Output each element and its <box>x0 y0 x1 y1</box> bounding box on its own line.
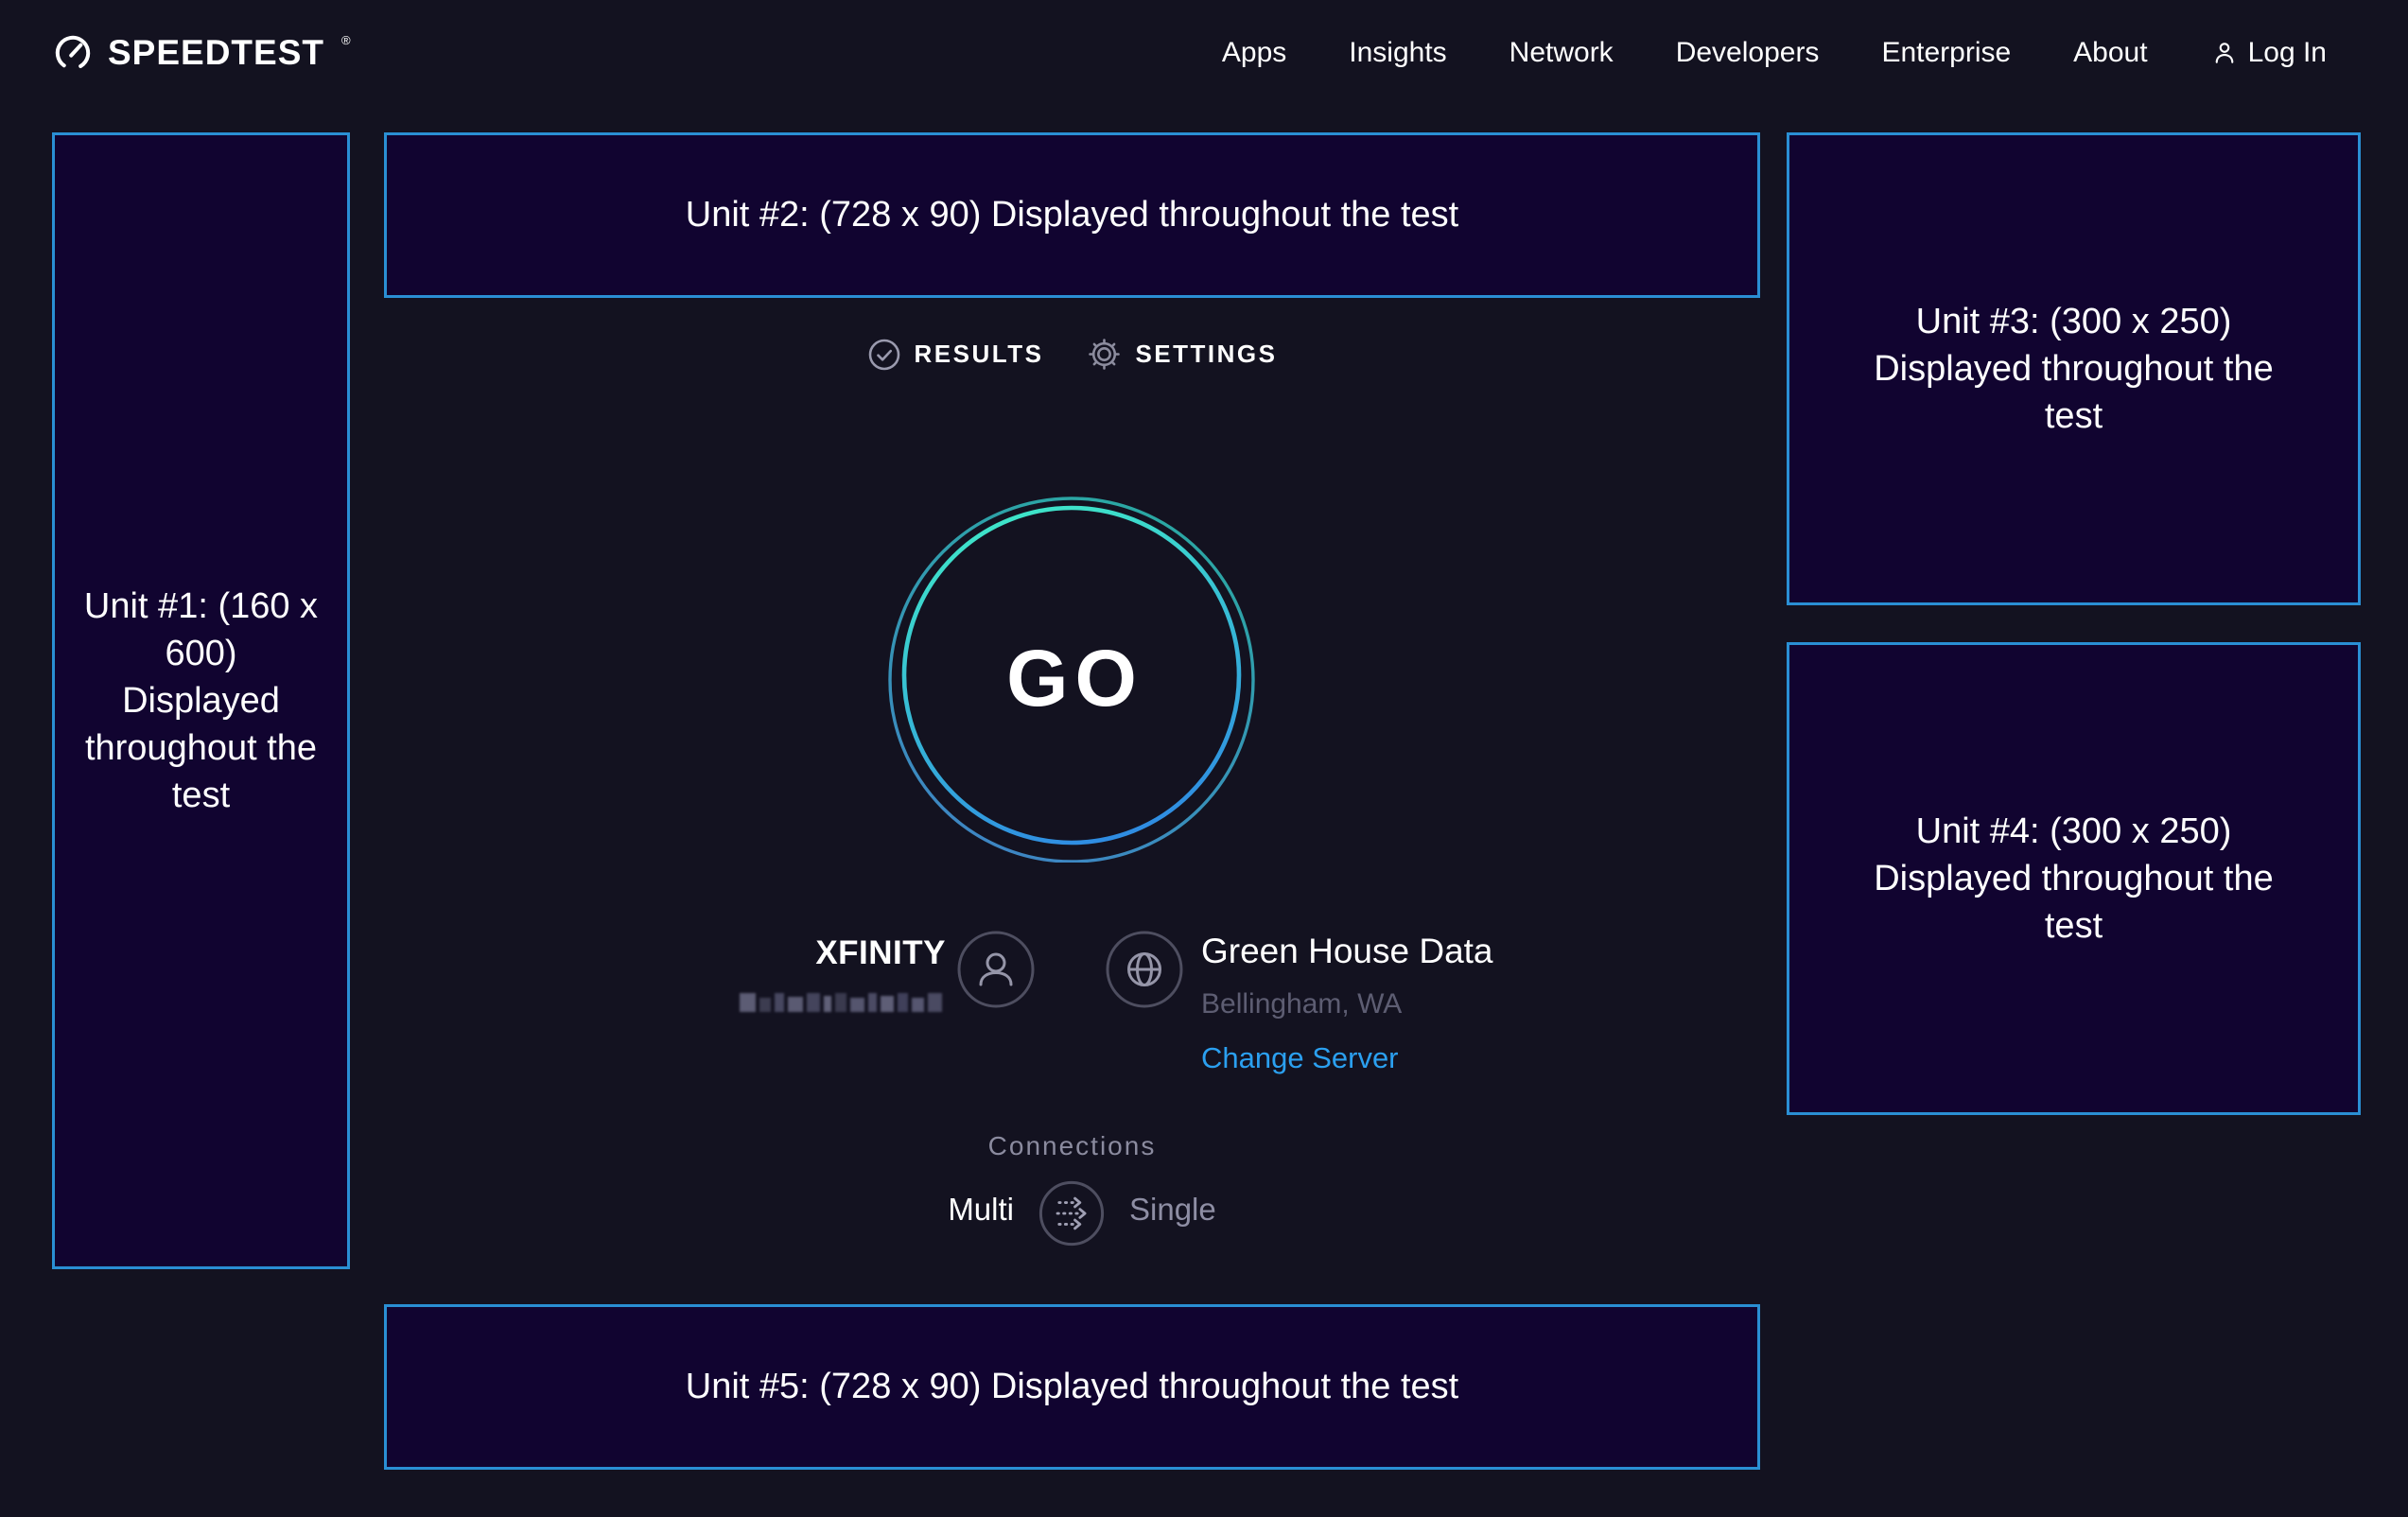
tab-results-label: RESULTS <box>915 340 1044 369</box>
ad-unit-1[interactable]: Unit #1: (160 x 600) Displayed throughou… <box>52 132 350 1269</box>
connections-single-option[interactable]: Single <box>1129 1192 1216 1228</box>
tab-settings[interactable]: SETTINGS <box>1087 337 1277 372</box>
login-label: Log In <box>2248 37 2327 69</box>
speedtest-logo[interactable]: SPEEDTEST ® <box>53 33 349 73</box>
ad-unit-4[interactable]: Unit #4: (300 x 250) Displayed throughou… <box>1787 642 2361 1115</box>
brand-trademark: ® <box>341 33 351 47</box>
go-button-label: GO <box>887 494 1256 863</box>
nav-item-network[interactable]: Network <box>1509 37 1614 69</box>
nav-item-developers[interactable]: Developers <box>1676 37 1820 69</box>
change-server-link[interactable]: Change Server <box>1201 1041 1493 1075</box>
brand-name: SPEEDTEST <box>108 33 324 73</box>
nav-item-enterprise[interactable]: Enterprise <box>1881 37 2011 69</box>
redacted-ip-address <box>740 989 942 1016</box>
gear-icon <box>1087 337 1122 372</box>
connections-toggle-icon[interactable] <box>1037 1178 1107 1248</box>
tab-settings-label: SETTINGS <box>1135 340 1277 369</box>
isp-name[interactable]: XFINITY <box>662 934 946 972</box>
speedtest-page: SPEEDTEST ® Apps Insights Network Develo… <box>0 0 2408 1517</box>
login-button[interactable]: Log In <box>2210 37 2327 69</box>
tab-bar: RESULTS <box>384 337 1760 372</box>
server-name[interactable]: Green House Data <box>1201 932 1493 971</box>
top-navigation: SPEEDTEST ® Apps Insights Network Develo… <box>0 0 2408 106</box>
ad-unit-2[interactable]: Unit #2: (728 x 90) Displayed throughout… <box>384 132 1760 298</box>
ad-unit-2-label: Unit #2: (728 x 90) Displayed throughout… <box>686 191 1458 238</box>
check-circle-icon <box>867 338 901 372</box>
gauge-logo-icon <box>53 33 93 73</box>
connections-heading: Connections <box>384 1131 1760 1161</box>
isp-user-icon <box>956 930 1036 1014</box>
user-icon <box>2210 39 2239 67</box>
nav-item-apps[interactable]: Apps <box>1222 37 1286 69</box>
ad-unit-3[interactable]: Unit #3: (300 x 250) Displayed throughou… <box>1787 132 2361 605</box>
server-location: Bellingham, WA <box>1201 988 1493 1020</box>
nav-links: Apps Insights Network Developers Enterpr… <box>1222 37 2327 69</box>
nav-item-insights[interactable]: Insights <box>1349 37 1446 69</box>
tab-results[interactable]: RESULTS <box>867 338 1044 372</box>
nav-item-about[interactable]: About <box>2073 37 2147 69</box>
ad-unit-4-label: Unit #4: (300 x 250) Displayed throughou… <box>1852 808 2296 950</box>
go-button[interactable]: GO <box>887 494 1256 863</box>
server-globe-icon <box>1105 930 1184 1014</box>
ad-unit-5[interactable]: Unit #5: (728 x 90) Displayed throughout… <box>384 1304 1760 1470</box>
ad-unit-5-label: Unit #5: (728 x 90) Displayed throughout… <box>686 1363 1458 1410</box>
connections-multi-option[interactable]: Multi <box>810 1192 1014 1228</box>
ad-unit-1-label: Unit #1: (160 x 600) Displayed throughou… <box>83 583 320 820</box>
ad-unit-3-label: Unit #3: (300 x 250) Displayed throughou… <box>1852 298 2296 440</box>
server-info: Green House Data Bellingham, WA Change S… <box>1201 932 1493 1075</box>
